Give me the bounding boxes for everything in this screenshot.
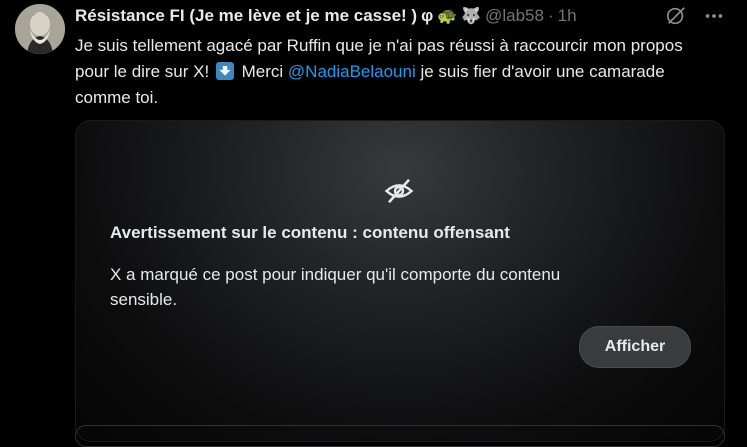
down-arrow-emoji-icon (215, 62, 234, 80)
avatar[interactable] (15, 4, 65, 54)
wolf-emoji: 🐺 (461, 8, 482, 25)
post-text: Je suis tellement agacé par Ruffin que j… (75, 33, 715, 111)
eye-off-icon (384, 178, 414, 204)
name-suffix: φ (421, 6, 434, 25)
display-name[interactable]: Résistance FI (Je me lève et je me casse… (75, 6, 417, 26)
post-header: Résistance FI (Je me lève et je me casse… (75, 5, 577, 27)
turtle-emoji: 🐢 (437, 8, 458, 25)
post-actions (663, 3, 727, 29)
post-text-part2: Merci (236, 62, 288, 81)
quoted-post-edge[interactable] (75, 425, 725, 447)
post-time[interactable]: 1h (558, 6, 577, 26)
grok-icon[interactable] (663, 3, 689, 29)
more-options-icon[interactable] (701, 3, 727, 29)
user-handle[interactable]: @lab58 (485, 6, 544, 26)
separator-dot: · (547, 6, 554, 25)
warning-title: Avertissement sur le contenu : contenu o… (110, 223, 510, 242)
sensitive-media-card: Avertissement sur le contenu : contenu o… (75, 120, 725, 442)
show-button[interactable]: Afficher (579, 326, 691, 368)
mention-link[interactable]: @NadiaBelaouni (288, 62, 416, 81)
avatar-portrait-image (15, 4, 65, 54)
warning-description: X a marqué ce post pour indiquer qu'il c… (110, 265, 561, 309)
